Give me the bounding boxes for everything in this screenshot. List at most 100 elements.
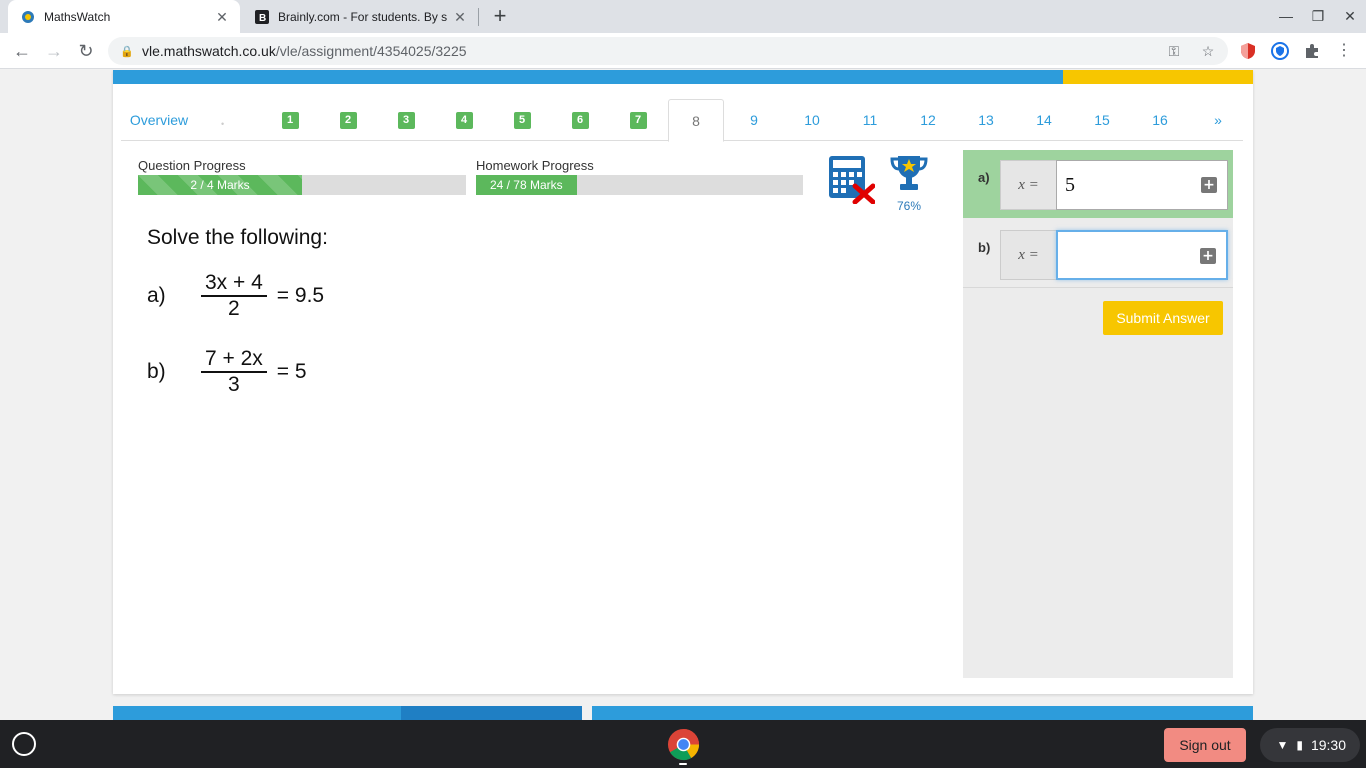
more-menu-icon[interactable]: ⋮ [1334, 41, 1354, 61]
part-letter: a) [147, 284, 166, 307]
new-tab-icon[interactable]: + [490, 5, 510, 27]
os-shelf: Sign out ▼ ▮ 19:30 [0, 720, 1366, 768]
tab-question-12[interactable]: 12 [899, 99, 957, 141]
shield-extension-icon[interactable] [1238, 41, 1258, 61]
homework-progress-fill: 24 / 78 Marks [476, 175, 577, 195]
question-progress: Question Progress 2 / 4 Marks [138, 158, 466, 195]
launcher-icon[interactable] [12, 732, 36, 756]
tab-brainly[interactable]: B Brainly.com - For students. By s ✕ [244, 0, 478, 33]
sign-out-button[interactable]: Sign out [1164, 728, 1246, 762]
question-navigation: Overview • 1 2 3 4 5 6 7 8 9 10 11 12 13… [121, 99, 1243, 142]
plus-icon[interactable]: + [1201, 177, 1217, 193]
trophy-icon [890, 156, 928, 190]
svg-text:B: B [259, 13, 266, 24]
question-progress-fill: 2 / 4 Marks [138, 175, 302, 195]
tab-mathswatch[interactable]: MathsWatch ✕ [8, 0, 240, 33]
back-icon[interactable]: ← [10, 39, 34, 63]
fraction: 7 + 2x 3 [201, 347, 267, 397]
reload-icon[interactable]: ↻ [74, 39, 98, 63]
clock-time: 19:30 [1310, 737, 1346, 753]
restore-icon[interactable]: ❐ [1308, 6, 1328, 26]
tab-separator [478, 8, 479, 26]
completed-badge: 2 [339, 111, 357, 129]
tab-question-15[interactable]: 15 [1073, 99, 1131, 141]
tab-question-11[interactable]: 11 [841, 99, 899, 141]
brainly-favicon-icon: B [254, 9, 270, 25]
video-strip-title[interactable] [113, 706, 401, 720]
tab-question-4[interactable]: 4 [435, 99, 493, 141]
tab-overview[interactable]: Overview [121, 99, 197, 141]
extensions-puzzle-icon[interactable] [1302, 41, 1322, 61]
return-button[interactable] [1063, 70, 1253, 84]
browser-toolbar: ← → ↻ 🔒 vle.mathswatch.co.uk/vle/assignm… [0, 33, 1366, 69]
tab-question-14[interactable]: 14 [1015, 99, 1073, 141]
completed-badge: 6 [571, 111, 589, 129]
nav-separator-dot: • [221, 119, 225, 129]
tab-question-13[interactable]: 13 [957, 99, 1015, 141]
tab-question-6[interactable]: 6 [551, 99, 609, 141]
equation-rhs: = 9.5 [276, 284, 325, 307]
completed-badge: 5 [513, 111, 531, 129]
url-path: /vle/assignment/4354025/3225 [275, 43, 467, 59]
chrome-app-icon[interactable] [667, 728, 700, 761]
question-title: Solve the following: [147, 226, 328, 249]
plus-icon[interactable]: + [1200, 248, 1216, 264]
calculator-not-allowed-icon [827, 156, 876, 205]
tab-question-current[interactable]: 8 [668, 99, 724, 142]
answer-input-a[interactable]: 5 + [1056, 160, 1228, 210]
video-strip-button[interactable] [401, 706, 582, 720]
completed-badge: 3 [397, 111, 415, 129]
answer-prefix: x = [1000, 160, 1056, 210]
homework-progress: Homework Progress 24 / 78 Marks [476, 158, 803, 195]
battery-icon: ▮ [1296, 738, 1303, 752]
tab-question-7[interactable]: 7 [609, 99, 667, 141]
running-indicator [679, 763, 687, 765]
minimize-icon[interactable]: — [1276, 6, 1296, 26]
numerator: 3x + 4 [201, 271, 267, 297]
address-bar[interactable]: 🔒 vle.mathswatch.co.uk/vle/assignment/43… [108, 37, 1228, 65]
trophy-percent: 76% [896, 199, 922, 213]
answer-letter: a) [978, 170, 990, 185]
homework-progress-bar: 24 / 78 Marks [476, 175, 803, 195]
homework-progress-label: Homework Progress [476, 158, 594, 173]
numerator: 7 + 2x [201, 347, 267, 373]
mathswatch-favicon-icon [20, 9, 36, 25]
tab-next[interactable]: » [1189, 99, 1247, 141]
tab-question-16[interactable]: 16 [1131, 99, 1189, 141]
answer-panel: a) x = 5 + b) x = + Submit Answer [963, 150, 1233, 678]
question-progress-label: Question Progress [138, 158, 246, 173]
close-tab-icon[interactable]: ✕ [214, 9, 230, 25]
answer-input-b[interactable]: + [1056, 230, 1228, 280]
url-host: vle.mathswatch.co.uk [142, 43, 276, 59]
close-tab-icon[interactable]: ✕ [452, 9, 468, 25]
key-icon[interactable]: ⚿ [1164, 41, 1184, 61]
tab-question-3[interactable]: 3 [377, 99, 435, 141]
completed-badge: 4 [455, 111, 473, 129]
overview-strip[interactable] [592, 706, 1253, 720]
status-tray[interactable]: ▼ ▮ 19:30 [1260, 728, 1360, 762]
completed-badge: 1 [281, 111, 299, 129]
question-progress-bar: 2 / 4 Marks [138, 175, 466, 195]
lock-icon: 🔒 [120, 45, 134, 58]
close-window-icon[interactable]: ✕ [1340, 6, 1360, 26]
tab-strip: MathsWatch ✕ B Brainly.com - For student… [0, 0, 1366, 33]
tab-question-10[interactable]: 10 [783, 99, 841, 141]
assignment-panel: Overview • 1 2 3 4 5 6 7 8 9 10 11 12 13… [113, 70, 1253, 694]
vpn-extension-icon[interactable] [1270, 41, 1290, 61]
submit-answer-button[interactable]: Submit Answer [1103, 301, 1223, 335]
answer-box: x = + [1000, 230, 1228, 280]
page-viewport: Overview • 1 2 3 4 5 6 7 8 9 10 11 12 13… [0, 70, 1366, 720]
answer-prefix: x = [1000, 230, 1056, 280]
answer-row-a: a) x = 5 + [963, 150, 1233, 218]
forward-icon[interactable]: → [42, 39, 66, 63]
tab-question-1[interactable]: 1 [261, 99, 319, 141]
tab-title: Brainly.com - For students. By s [278, 9, 448, 24]
denominator: 3 [228, 373, 240, 396]
tab-question-2[interactable]: 2 [319, 99, 377, 141]
tab-title: MathsWatch [44, 9, 111, 24]
bookmark-star-icon[interactable]: ☆ [1198, 41, 1218, 61]
tab-question-5[interactable]: 5 [493, 99, 551, 141]
trophy-score: 76% [889, 154, 929, 213]
tab-question-9[interactable]: 9 [725, 99, 783, 141]
wifi-icon: ▼ [1276, 738, 1289, 752]
